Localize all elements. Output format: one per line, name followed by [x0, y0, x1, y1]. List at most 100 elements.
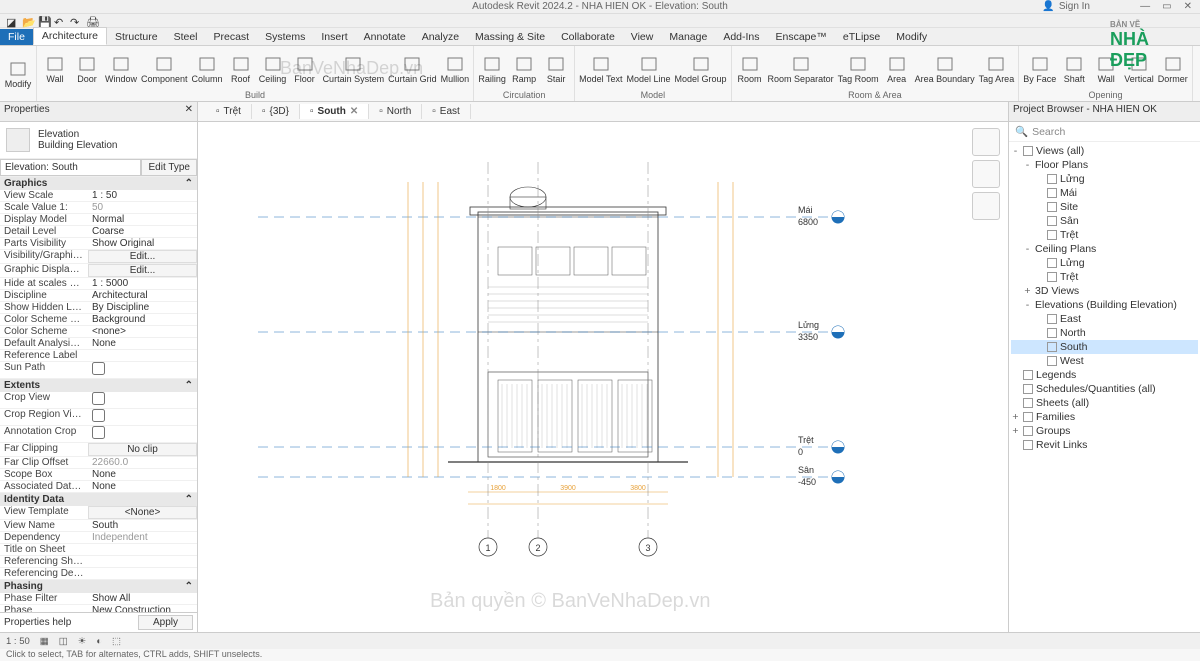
- prop-value[interactable]: Edit...: [88, 264, 197, 277]
- prop-group-graphics[interactable]: Graphics⌃: [0, 177, 197, 190]
- prop-value[interactable]: 1 : 5000: [88, 278, 197, 289]
- tree-node-floorplans[interactable]: -Floor Plans: [1011, 158, 1198, 172]
- type-selector[interactable]: Elevation: South: [0, 159, 141, 176]
- ribbon-tab-addins[interactable]: Add-Ins: [715, 29, 767, 45]
- room-button[interactable]: Room: [736, 55, 764, 84]
- prop-checkbox[interactable]: [92, 362, 105, 375]
- tree-node-mi[interactable]: Mái: [1011, 186, 1198, 200]
- scale-display[interactable]: 1 : 50: [6, 636, 30, 647]
- tree-node-south[interactable]: South: [1011, 340, 1198, 354]
- prop-value[interactable]: Show Original: [88, 238, 197, 249]
- vert-button[interactable]: Vertical: [1124, 55, 1154, 84]
- tree-node-legends[interactable]: Legends: [1011, 368, 1198, 382]
- tree-node-groups[interactable]: +Groups: [1011, 424, 1198, 438]
- ribbon-tab-massingsite[interactable]: Massing & Site: [467, 29, 553, 45]
- tree-node-3dviews[interactable]: +3D Views: [1011, 284, 1198, 298]
- maximize-button[interactable]: ▭: [1162, 1, 1171, 12]
- prop-value[interactable]: <None>: [88, 506, 197, 519]
- ribbon-tab-view[interactable]: View: [623, 29, 662, 45]
- nav-home-icon[interactable]: [972, 128, 1000, 156]
- expand-icon[interactable]: -: [1023, 299, 1032, 311]
- prop-value[interactable]: No clip: [88, 443, 197, 456]
- stair-button[interactable]: Stair: [542, 55, 570, 84]
- roof-button[interactable]: Roof: [227, 55, 255, 84]
- mtext-button[interactable]: Model Text: [579, 55, 622, 84]
- ceiling-button[interactable]: Ceiling: [259, 55, 287, 84]
- close-button[interactable]: ✕: [1184, 1, 1192, 12]
- prop-value[interactable]: Coarse: [88, 226, 197, 237]
- signin[interactable]: 👤 Sign In: [1042, 1, 1090, 12]
- prop-value[interactable]: [88, 362, 197, 378]
- prop-value[interactable]: Architectural: [88, 290, 197, 301]
- prop-value[interactable]: None: [88, 469, 197, 480]
- ribbon-tab-modify[interactable]: Modify: [888, 29, 935, 45]
- tree-node-trt[interactable]: Trệt: [1011, 270, 1198, 284]
- crop-icon[interactable]: ⬚: [112, 636, 121, 647]
- mullion-button[interactable]: Mullion: [441, 55, 470, 84]
- tree-node-lng[interactable]: Lửng: [1011, 172, 1198, 186]
- expand-icon[interactable]: -: [1023, 243, 1032, 255]
- tree-node-elevationsbuildingelevation[interactable]: -Elevations (Building Elevation): [1011, 298, 1198, 312]
- prop-value[interactable]: [88, 426, 197, 442]
- tree-node-trt[interactable]: Trệt: [1011, 228, 1198, 242]
- browser-search[interactable]: 🔍 Search: [1009, 122, 1200, 142]
- undo-icon[interactable]: ↶: [54, 16, 64, 26]
- view-tab-trt[interactable]: ▫Trệt: [206, 104, 252, 119]
- tree-node-site[interactable]: Site: [1011, 200, 1198, 214]
- redo-icon[interactable]: ↷: [70, 16, 80, 26]
- revit-icon[interactable]: ◪: [6, 16, 16, 26]
- tagarea-button[interactable]: Tag Area: [979, 55, 1015, 84]
- ribbon-tab-precast[interactable]: Precast: [206, 29, 258, 45]
- prop-value[interactable]: Edit...: [88, 250, 197, 263]
- visual-style-icon[interactable]: ◫: [59, 636, 68, 647]
- prop-value[interactable]: Background: [88, 314, 197, 325]
- column-button[interactable]: Column: [192, 55, 223, 84]
- ribbon-tab-manage[interactable]: Manage: [661, 29, 715, 45]
- detail-level-icon[interactable]: ▦: [40, 636, 49, 647]
- door-button[interactable]: Door: [73, 55, 101, 84]
- expand-icon[interactable]: +: [1011, 425, 1020, 437]
- print-icon[interactable]: 🖨: [86, 16, 96, 26]
- expand-icon[interactable]: +: [1023, 285, 1032, 297]
- prop-value[interactable]: 1 : 50: [88, 190, 197, 201]
- prop-value[interactable]: <none>: [88, 326, 197, 337]
- tree-node-families[interactable]: +Families: [1011, 410, 1198, 424]
- prop-checkbox[interactable]: [92, 409, 105, 422]
- ribbon-tab-enscape[interactable]: Enscape™: [768, 29, 835, 45]
- minimize-button[interactable]: —: [1140, 1, 1150, 12]
- nav-wheel-icon[interactable]: [972, 192, 1000, 220]
- edit-type-button[interactable]: Edit Type: [141, 159, 197, 176]
- window-button[interactable]: Window: [105, 55, 137, 84]
- mgroup-button[interactable]: Model Group: [675, 55, 727, 84]
- tree-node-sheetsall[interactable]: Sheets (all): [1011, 396, 1198, 410]
- view-tab-east[interactable]: ▫East: [422, 104, 471, 119]
- save-icon[interactable]: 💾: [38, 16, 48, 26]
- prop-value[interactable]: Show All: [88, 593, 197, 604]
- curtain-button[interactable]: Curtain System: [323, 55, 385, 84]
- tagroom-button[interactable]: Tag Room: [838, 55, 879, 84]
- cursor-button[interactable]: Modify: [4, 60, 32, 89]
- ribbon-tab-systems[interactable]: Systems: [257, 29, 313, 45]
- ribbon-tab-analyze[interactable]: Analyze: [414, 29, 467, 45]
- tree-node-sn[interactable]: Sân: [1011, 214, 1198, 228]
- close-panel-icon[interactable]: ✕: [185, 104, 193, 119]
- tree-node-lng[interactable]: Lửng: [1011, 256, 1198, 270]
- area-button[interactable]: Area: [883, 55, 911, 84]
- tree-node-revitlinks[interactable]: Revit Links: [1011, 438, 1198, 452]
- close-tab-icon[interactable]: ✕: [350, 106, 358, 117]
- shadows-icon[interactable]: ◐: [96, 636, 102, 647]
- tree-node-viewsall[interactable]: -Views (all): [1011, 144, 1198, 158]
- expand-icon[interactable]: -: [1023, 159, 1032, 171]
- ribbon-tab-structure[interactable]: Structure: [107, 29, 166, 45]
- view-tab-south[interactable]: ▫South✕: [300, 104, 369, 119]
- tree-node-schedulesquantitiesall[interactable]: Schedules/Quantities (all): [1011, 382, 1198, 396]
- ribbon-tab-insert[interactable]: Insert: [313, 29, 355, 45]
- ramp-button[interactable]: Ramp: [510, 55, 538, 84]
- areabnd-button[interactable]: Area Boundary: [915, 55, 975, 84]
- ribbon-tab-annotate[interactable]: Annotate: [356, 29, 414, 45]
- floor-button[interactable]: Floor: [291, 55, 319, 84]
- apply-button[interactable]: Apply: [138, 615, 193, 630]
- prop-value[interactable]: [88, 544, 197, 555]
- prop-checkbox[interactable]: [92, 392, 105, 405]
- sun-path-icon[interactable]: ☀: [78, 636, 87, 647]
